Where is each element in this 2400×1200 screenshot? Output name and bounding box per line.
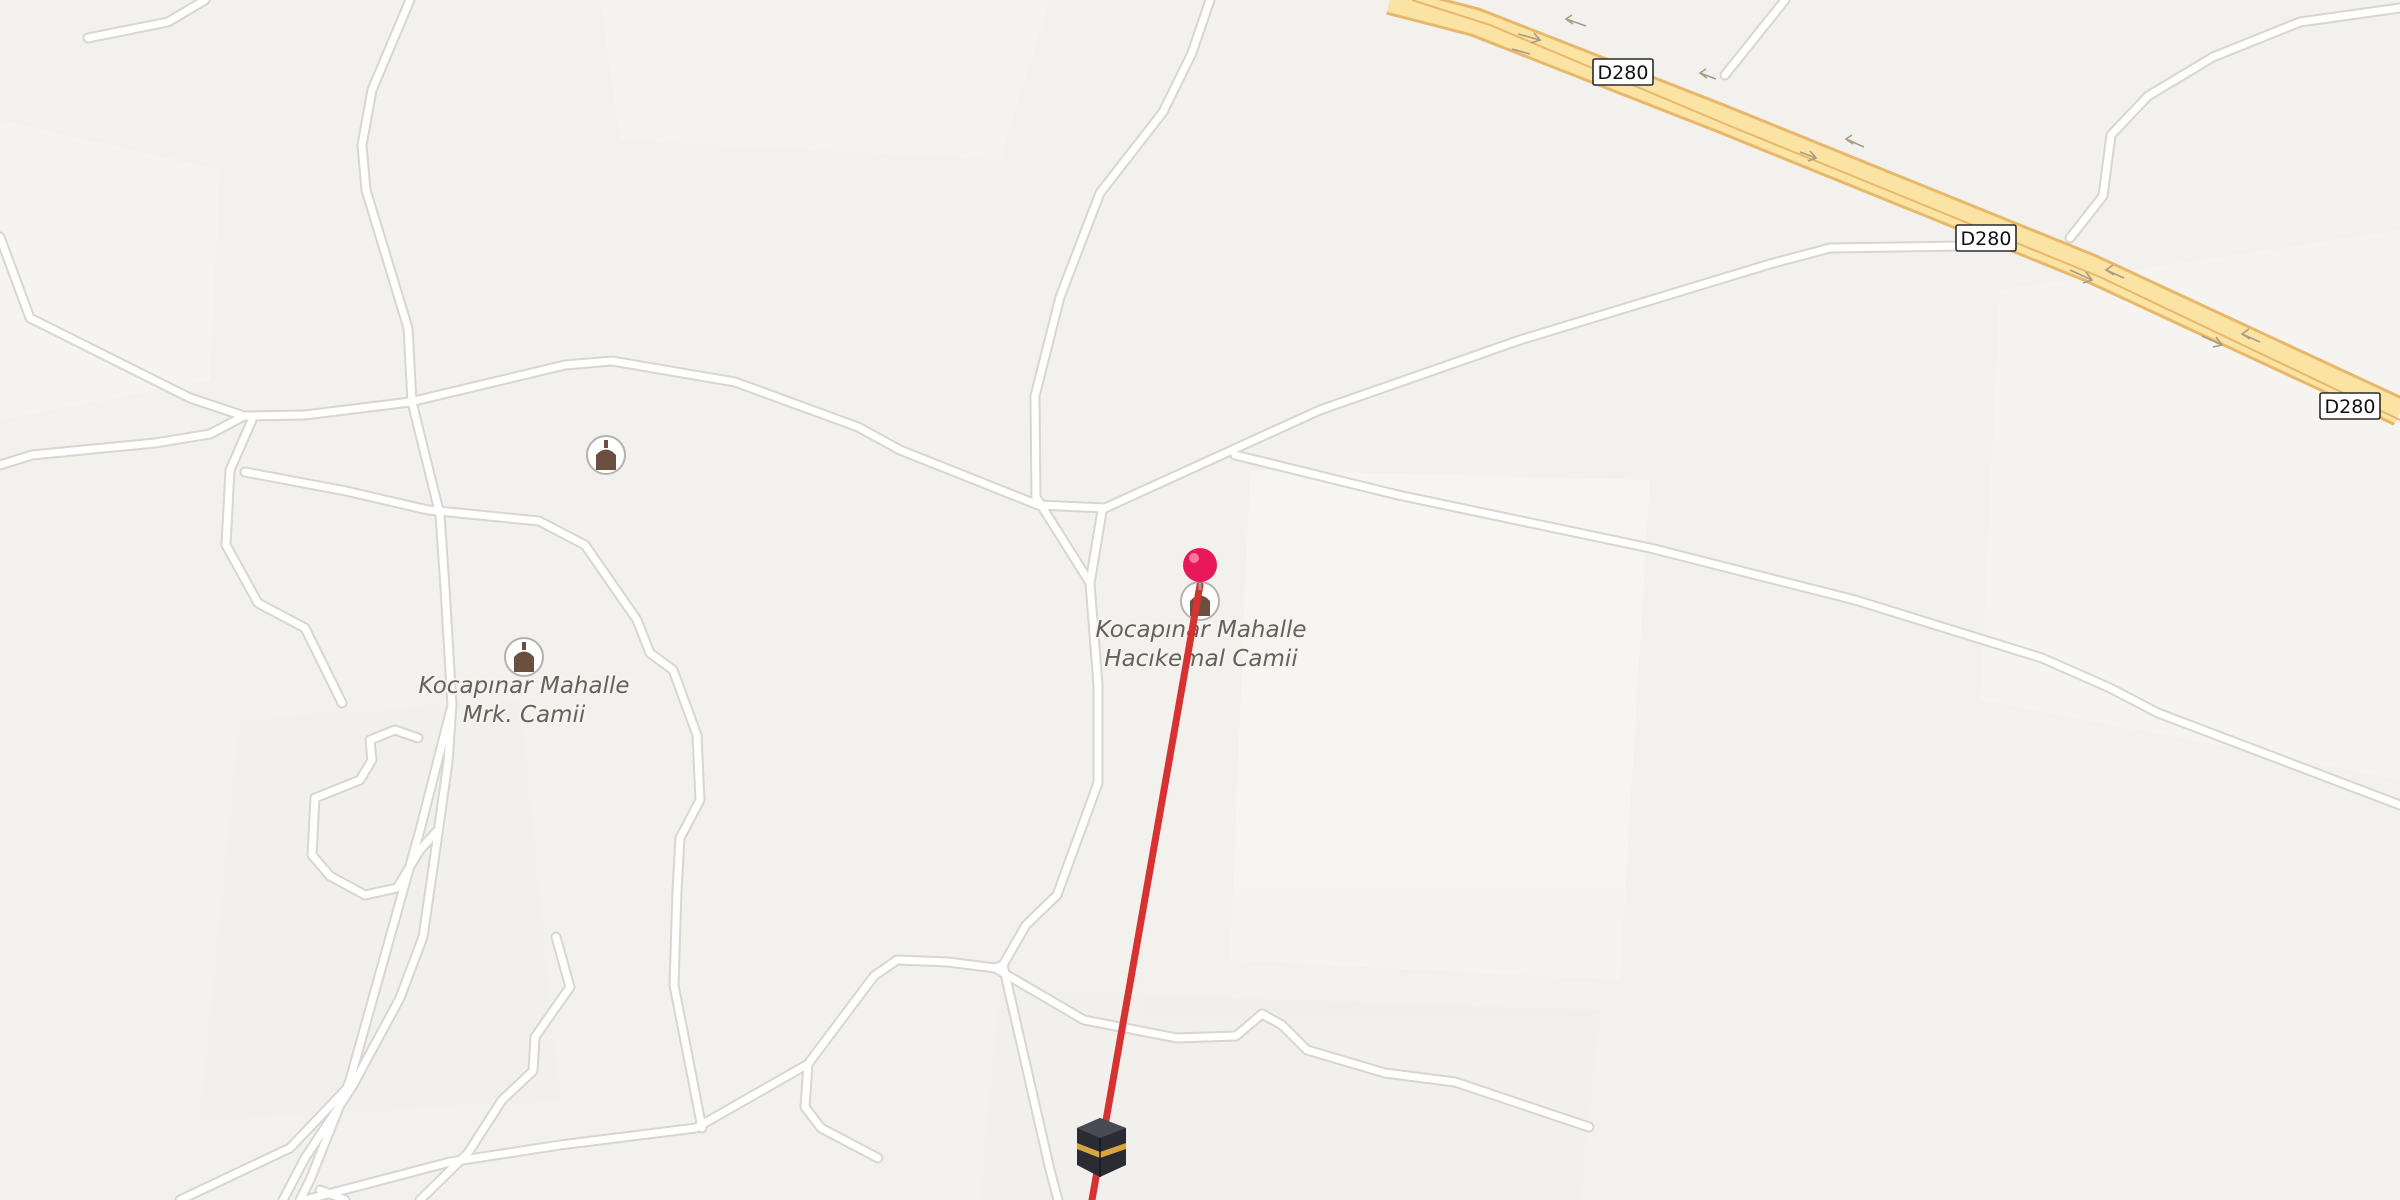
map-canvas[interactable]: D280 D280 D280 Kocapınar Mahalle Mrk. Ca…	[0, 0, 2400, 1200]
poi-mosque-unlabeled[interactable]	[586, 435, 626, 475]
road-shield-d280-3[interactable]: D280	[2319, 392, 2381, 420]
poi-label-line2: Mrk. Camii	[463, 702, 586, 728]
road-shield-label: D280	[1961, 228, 2012, 250]
kaaba-icon[interactable]	[1077, 1118, 1126, 1177]
road-shield-label: D280	[2325, 396, 2376, 418]
poi-label-line1: Kocapınar Mahalle	[418, 673, 629, 699]
road-shield-d280-1[interactable]: D280	[1592, 58, 1654, 86]
road-shield-d280-2[interactable]: D280	[1955, 224, 2017, 252]
poi-label-line2: Hacıkemal Camii	[1104, 646, 1298, 672]
road-shield-label: D280	[1598, 62, 1649, 84]
poi-label-line1: Kocapınar Mahalle	[1095, 617, 1306, 643]
